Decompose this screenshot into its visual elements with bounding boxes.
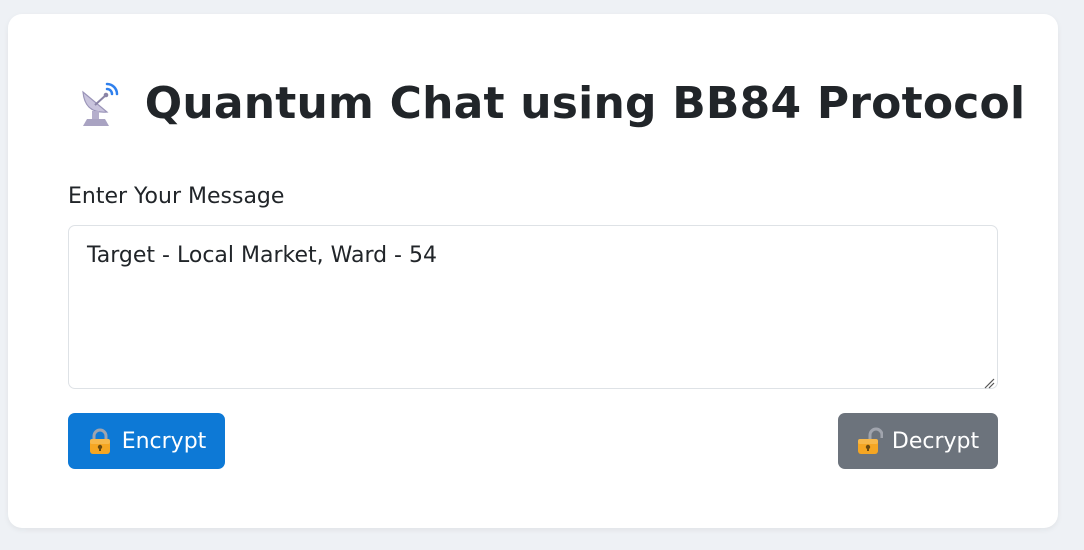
- decrypt-button[interactable]: Decrypt: [838, 413, 998, 469]
- unlocked-padlock-icon: [857, 427, 884, 455]
- satellite-antenna-icon: [75, 78, 123, 130]
- locked-padlock-icon: [87, 427, 113, 455]
- encrypt-button[interactable]: Encrypt: [68, 413, 225, 469]
- page-title: Quantum Chat using BB84 Protocol: [144, 78, 1026, 129]
- message-value: Target - Local Market, Ward - 54: [87, 243, 437, 268]
- encrypt-label: Encrypt: [121, 428, 207, 454]
- header: Quantum Chat using BB84 Protocol: [0, 72, 1084, 136]
- decrypt-label: Decrypt: [891, 428, 980, 454]
- resize-grip-icon[interactable]: [983, 374, 995, 389]
- message-label: Enter Your Message: [68, 184, 285, 209]
- message-textarea[interactable]: Target - Local Market, Ward - 54: [68, 225, 998, 389]
